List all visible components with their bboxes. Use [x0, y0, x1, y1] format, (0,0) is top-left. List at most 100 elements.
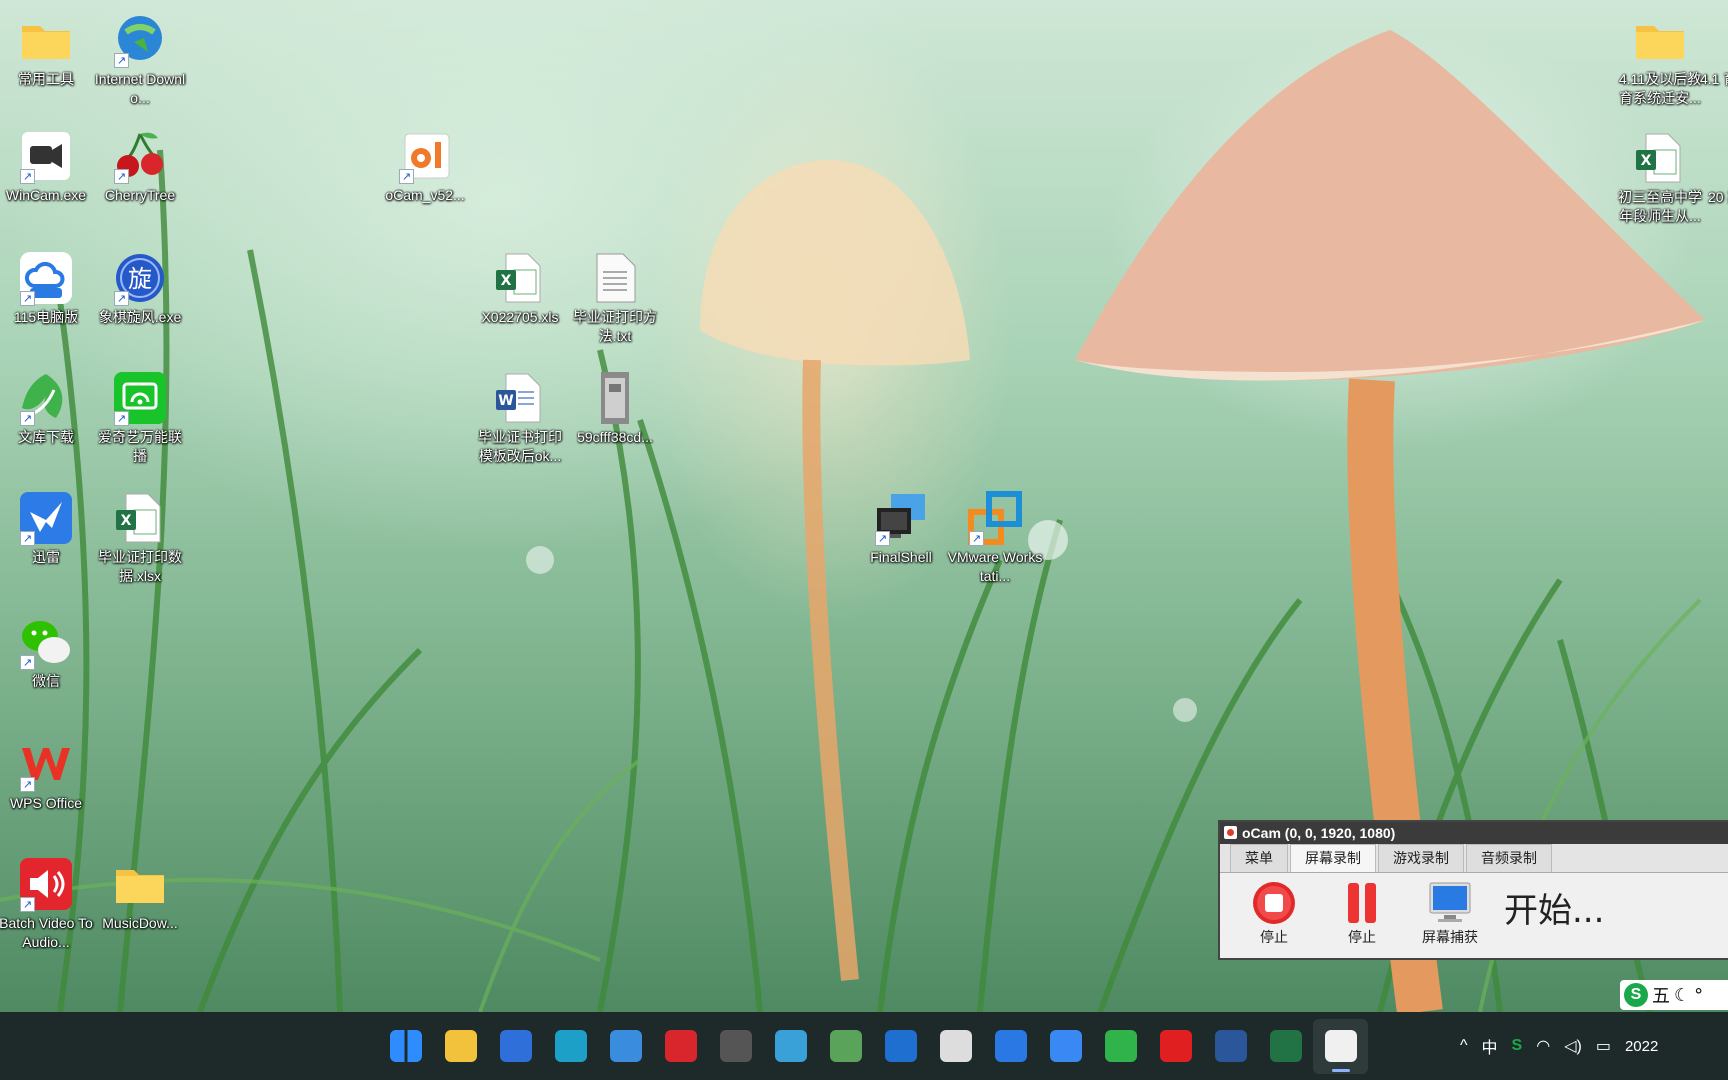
- shortcut-arrow-icon: ↗: [399, 169, 414, 184]
- folder-icon: [22, 26, 70, 59]
- desktop-icon-edu-system-folder[interactable]: 4.11及以后教育系统迁安...: [1612, 12, 1708, 108]
- tab-screen-record[interactable]: 屏幕录制: [1290, 844, 1376, 872]
- stop-record-button[interactable]: 停止: [1230, 879, 1318, 947]
- taskbar-netease-button[interactable]: [1148, 1019, 1203, 1074]
- system-tray: ^ 中 S ◠ ◁) ▭ 2022: [1460, 1012, 1658, 1080]
- shortcut-arrow-icon: ↗: [114, 53, 129, 68]
- desktop-icon-vmware[interactable]: ↗ VMware Workstati...: [947, 490, 1043, 586]
- ime-toolbar[interactable]: S 五 ☾ °: [1620, 980, 1728, 1010]
- desktop-icon-wps-office[interactable]: ↗ WPS Office: [0, 736, 94, 813]
- xunlei-icon: [994, 1030, 1027, 1062]
- taskbar-start-button[interactable]: [378, 1019, 433, 1074]
- taskbar-mpc-button[interactable]: [708, 1019, 763, 1074]
- shortcut-arrow-icon: ↗: [114, 291, 129, 306]
- desktop-icon-x022705-xls[interactable]: X X022705.xls: [472, 250, 568, 327]
- svg-text:X: X: [501, 273, 512, 289]
- desktop-icon-musicdown-folder[interactable]: MusicDow...: [92, 856, 188, 933]
- sogou-tray-icon[interactable]: S: [1512, 1037, 1523, 1055]
- taskbar-paint-button[interactable]: [763, 1019, 818, 1074]
- desktop-icon-wechat[interactable]: ↗ 微信: [0, 614, 94, 691]
- desktop-icon-internet-download-manager[interactable]: ↗ Internet Downlo...: [92, 12, 188, 108]
- shortcut-arrow-icon: ↗: [20, 531, 35, 546]
- desktop-icon-partial-xls[interactable]: 20 期: [1708, 130, 1728, 207]
- tab-audio-record[interactable]: 音频录制: [1466, 844, 1552, 872]
- desktop-icon-print-method-txt[interactable]: 毕业证打印方法.txt: [567, 250, 663, 346]
- desktop-icon-finalshell[interactable]: ↗ FinalShell: [853, 490, 949, 567]
- taskbar-excel-button[interactable]: [1258, 1019, 1313, 1074]
- desktop-icon-wincam[interactable]: ↗ WinCam.exe: [0, 128, 94, 205]
- svg-text:W: W: [498, 393, 513, 409]
- desktop-icon-teacher-student-xls[interactable]: X 初三至高中学年段师生从...: [1612, 130, 1708, 226]
- text-file-icon: [596, 253, 636, 303]
- excel-file-icon: X: [496, 253, 541, 303]
- record-stop-icon: [1253, 882, 1295, 924]
- file-explorer-icon: [444, 1030, 477, 1062]
- desktop-icon-common-tools[interactable]: 常用工具: [0, 12, 94, 89]
- desktop-icon-115-pc[interactable]: ↗ 115电脑版: [0, 250, 94, 327]
- taskbar-music-button[interactable]: [1093, 1019, 1148, 1074]
- ocam-icon: [1324, 1030, 1357, 1062]
- screen-capture-button[interactable]: 屏幕捕获: [1406, 879, 1494, 947]
- taskbar-docs-button[interactable]: [928, 1019, 983, 1074]
- desktop-icon-partial-folder[interactable]: 4.1 育: [1700, 12, 1728, 89]
- icon-label: VMware Workstati...: [947, 549, 1043, 584]
- taskbar-word-button[interactable]: [1203, 1019, 1258, 1074]
- wifi-icon[interactable]: ◠: [1536, 1036, 1550, 1056]
- input-language[interactable]: 中: [1482, 1034, 1498, 1058]
- desktop-icon-wenku[interactable]: ↗ 文库下载: [0, 370, 94, 447]
- pause-button[interactable]: 停止: [1318, 879, 1406, 947]
- desktop-icon-image-59cfff38cd[interactable]: 59cfff38cd...: [567, 370, 663, 447]
- icon-label: Batch Video To Audio...: [0, 915, 93, 950]
- desktop-icon-print-template-doc[interactable]: W 毕业证书打印模板改后ok...: [472, 370, 568, 466]
- taskbar-ocam-button[interactable]: [1313, 1018, 1368, 1074]
- taskbar-cloud-button[interactable]: [873, 1019, 928, 1074]
- monitor-icon: [1429, 882, 1471, 922]
- icon-label: 文库下载: [18, 429, 74, 445]
- tab-game-record[interactable]: 游戏录制: [1378, 844, 1464, 872]
- shortcut-arrow-icon: ↗: [20, 655, 35, 670]
- volume-icon[interactable]: ◁): [1564, 1036, 1582, 1056]
- icon-label: 59cfff38cd...: [577, 429, 653, 445]
- punctuation-icon[interactable]: °: [1694, 985, 1703, 1006]
- taskbar-xunlei-button[interactable]: [983, 1019, 1038, 1074]
- cloud-icon: [884, 1030, 917, 1062]
- start-icon: [389, 1030, 422, 1062]
- battery-icon[interactable]: ▭: [1596, 1036, 1611, 1056]
- sogou-logo-icon[interactable]: S: [1624, 983, 1648, 1007]
- desktop-icon-iqiyi[interactable]: ↗ 爱奇艺万能联播: [92, 370, 188, 466]
- icon-label: 4.11及以后教育系统迁安...: [1618, 71, 1702, 106]
- ocam-title: oCam (0, 0, 1920, 1080): [1242, 825, 1396, 841]
- taskbar-panda-button[interactable]: [818, 1019, 873, 1074]
- icon-label: 毕业证打印数据.xlsx: [98, 549, 182, 584]
- desktop-icon-batch-video-to-audio[interactable]: ↗ Batch Video To Audio...: [0, 856, 94, 952]
- clock[interactable]: 2022: [1625, 1038, 1658, 1055]
- desktop-icon-ocam-installer[interactable]: ↗ oCam_v52...: [377, 128, 473, 205]
- desktop-icon-chess[interactable]: 旋 ↗ 象棋旋风.exe: [92, 250, 188, 327]
- desktop: 常用工具 ↗ Internet Downlo... ↗ WinCam.exe ↗…: [0, 0, 1728, 1012]
- taskbar-file-explorer-button[interactable]: [433, 1019, 488, 1074]
- tab-menu[interactable]: 菜单: [1230, 844, 1288, 872]
- taskbar-store-button[interactable]: [488, 1019, 543, 1074]
- chevron-up-icon[interactable]: ^: [1460, 1037, 1468, 1055]
- shortcut-arrow-icon: ↗: [875, 531, 890, 546]
- taskbar-cherrytree-button[interactable]: [653, 1019, 708, 1074]
- desktop-icon-graduation-data-xlsx[interactable]: X 毕业证打印数据.xlsx: [92, 490, 188, 586]
- shortcut-arrow-icon: ↗: [20, 169, 35, 184]
- taskbar-notepad-button[interactable]: [598, 1019, 653, 1074]
- shortcut-arrow-icon: ↗: [20, 411, 35, 426]
- desktop-icon-cherrytree[interactable]: ↗ CherryTree: [92, 128, 188, 205]
- folder-icon: [116, 870, 164, 903]
- ime-mode[interactable]: 五: [1652, 982, 1670, 1008]
- taskbar-edge-button[interactable]: [543, 1019, 598, 1074]
- edge-icon: [554, 1030, 587, 1062]
- excel-file-icon: X: [116, 493, 161, 543]
- icon-label: 迅雷: [32, 549, 60, 565]
- ocam-window[interactable]: oCam (0, 0, 1920, 1080) 菜单 屏幕录制 游戏录制 音频录…: [1218, 820, 1728, 960]
- moon-icon[interactable]: ☾: [1674, 985, 1690, 1006]
- desktop-icon-xunlei[interactable]: ↗ 迅雷: [0, 490, 94, 567]
- icon-label: 初三至高中学年段师生从...: [1618, 189, 1702, 224]
- taskbar-xunlei2-button[interactable]: [1038, 1019, 1093, 1074]
- recording-status: 开始...: [1504, 891, 1605, 931]
- ocam-titlebar[interactable]: oCam (0, 0, 1920, 1080): [1220, 822, 1728, 844]
- excel-icon: [1269, 1030, 1302, 1062]
